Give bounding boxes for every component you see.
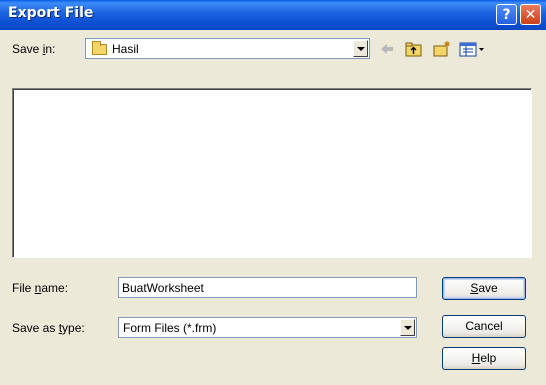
file-name-value: BuatWorksheet [122, 281, 204, 295]
title-bar[interactable]: Export File ? ✕ [0, 0, 546, 30]
save-in-dropdown[interactable]: Hasil [85, 38, 370, 59]
save-button[interactable]: Save [442, 277, 526, 300]
up-folder-icon[interactable] [404, 40, 424, 58]
folder-icon [92, 41, 107, 55]
help-button[interactable]: Help [442, 347, 526, 370]
cancel-button[interactable]: Cancel [442, 315, 526, 338]
file-name-label: File name: [12, 281, 69, 295]
help-title-button[interactable]: ? [496, 4, 517, 25]
save-in-label: Save in: [12, 42, 56, 56]
file-name-input[interactable]: BuatWorksheet [118, 277, 417, 298]
save-as-type-value: Form Files (*.frm) [123, 321, 217, 335]
dialog-title: Export File [8, 5, 94, 21]
view-menu-icon[interactable] [458, 40, 486, 58]
save-as-type-dropdown[interactable]: Form Files (*.frm) [118, 317, 417, 338]
file-list[interactable] [12, 88, 532, 258]
chevron-down-icon[interactable] [400, 319, 415, 336]
new-folder-icon[interactable] [432, 40, 452, 58]
export-file-dialog: Export File ? ✕ Save in: Hasil File name… [0, 0, 546, 385]
save-as-type-label: Save as type: [12, 321, 85, 335]
back-arrow-icon[interactable] [378, 40, 396, 58]
save-in-value: Hasil [112, 42, 139, 56]
chevron-down-icon[interactable] [353, 40, 368, 57]
close-button[interactable]: ✕ [520, 4, 541, 25]
